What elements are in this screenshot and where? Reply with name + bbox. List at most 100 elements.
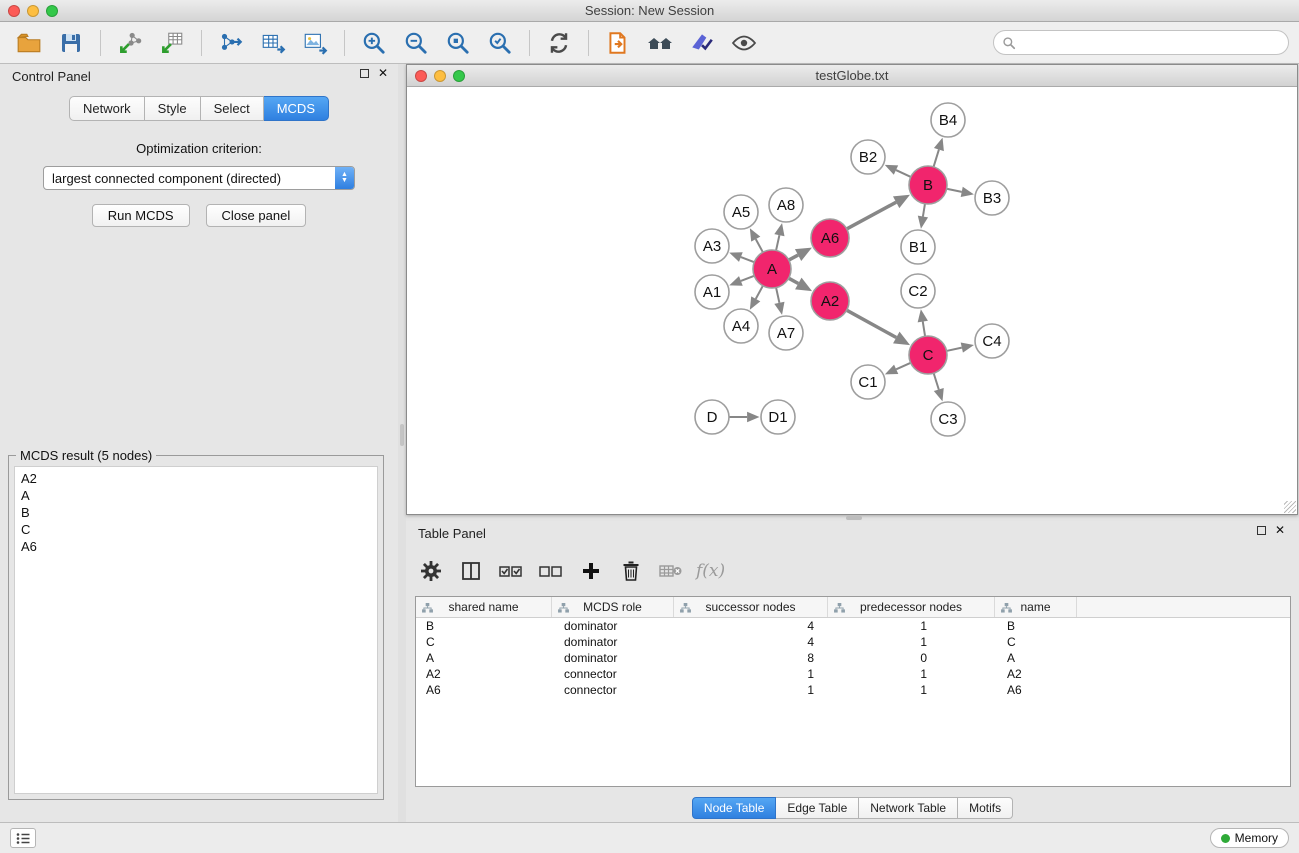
graph-edge-A-A8[interactable] xyxy=(776,235,779,250)
tab-select[interactable]: Select xyxy=(201,96,264,121)
graph-edge-arrowhead xyxy=(961,187,974,197)
graph-node-B3[interactable]: B3 xyxy=(975,181,1009,215)
tab-motifs[interactable]: Motifs xyxy=(958,797,1013,819)
graph-edge-B-B1[interactable] xyxy=(923,204,925,217)
graph-node-A7[interactable]: A7 xyxy=(769,316,803,350)
panel-splitter[interactable] xyxy=(398,64,406,822)
table-row[interactable]: Bdominator41B xyxy=(416,618,1290,634)
tab-network-table[interactable]: Network Table xyxy=(859,797,958,819)
graph-node-D[interactable]: D xyxy=(695,400,729,434)
column-header-predecessor-nodes[interactable]: predecessor nodes xyxy=(828,597,995,617)
import-table-button[interactable] xyxy=(157,28,187,58)
graph-node-A2[interactable]: A2 xyxy=(811,282,849,320)
column-header-MCDS-role[interactable]: MCDS role xyxy=(552,597,674,617)
open-recent-file-button[interactable] xyxy=(603,28,633,58)
task-history-button[interactable] xyxy=(10,828,36,848)
graph-node-C4[interactable]: C4 xyxy=(975,324,1009,358)
mcds-result-item[interactable]: A2 xyxy=(15,470,377,487)
graph-edge-A-A5[interactable] xyxy=(756,239,763,252)
export-network-button[interactable] xyxy=(216,28,246,58)
column-header-successor-nodes[interactable]: successor nodes xyxy=(674,597,828,617)
criterion-dropdown[interactable]: largest connected component (directed) ▲… xyxy=(43,166,355,190)
open-session-button[interactable] xyxy=(14,28,44,58)
graph-edge-A2-C[interactable] xyxy=(847,310,897,337)
create-column-button[interactable] xyxy=(576,556,606,586)
show-hide-graphics-button[interactable] xyxy=(729,28,759,58)
float-table-panel-icon[interactable] xyxy=(1257,526,1266,535)
graph-node-B4[interactable]: B4 xyxy=(931,103,965,137)
import-network-button[interactable] xyxy=(115,28,145,58)
graph-node-A5[interactable]: A5 xyxy=(724,195,758,229)
delete-table-button[interactable] xyxy=(656,556,686,586)
graph-edge-A-A7[interactable] xyxy=(776,288,779,303)
graph-node-C1[interactable]: C1 xyxy=(851,365,885,399)
mcds-result-item[interactable]: C xyxy=(15,521,377,538)
tab-node-table[interactable]: Node Table xyxy=(692,797,777,819)
graph-edge-C-C2[interactable] xyxy=(923,322,925,337)
graph-edge-A-A3[interactable] xyxy=(741,257,754,262)
mcds-result-item[interactable]: A xyxy=(15,487,377,504)
graph-edge-B-B3[interactable] xyxy=(947,189,962,192)
deselect-all-rows-button[interactable] xyxy=(536,556,566,586)
export-image-button[interactable] xyxy=(300,28,330,58)
graph-node-B2[interactable]: B2 xyxy=(851,140,885,174)
column-header-shared-name[interactable]: shared name xyxy=(416,597,552,617)
tab-network[interactable]: Network xyxy=(69,96,145,121)
save-session-button[interactable] xyxy=(56,28,86,58)
graph-node-D1[interactable]: D1 xyxy=(761,400,795,434)
tab-style[interactable]: Style xyxy=(145,96,201,121)
graph-edge-C-C3[interactable] xyxy=(934,373,939,389)
graph-edge-A6-B[interactable] xyxy=(847,202,896,229)
show-columns-button[interactable] xyxy=(456,556,486,586)
run-mcds-button[interactable]: Run MCDS xyxy=(92,204,190,227)
graph-edge-A-A1[interactable] xyxy=(741,276,754,281)
graph-node-A3[interactable]: A3 xyxy=(695,229,729,263)
graph-edge-A-A6[interactable] xyxy=(789,255,798,260)
graph-node-B[interactable]: B xyxy=(909,166,947,204)
tab-edge-table[interactable]: Edge Table xyxy=(776,797,859,819)
table-row[interactable]: Cdominator41C xyxy=(416,634,1290,650)
select-all-rows-button[interactable] xyxy=(496,556,526,586)
refresh-view-button[interactable] xyxy=(544,28,574,58)
graph-edge-A-A2[interactable] xyxy=(789,278,799,283)
table-settings-button[interactable] xyxy=(416,556,446,586)
mcds-result-item[interactable]: B xyxy=(15,504,377,521)
graph-edge-A-A4[interactable] xyxy=(756,286,763,299)
graph-node-C2[interactable]: C2 xyxy=(901,274,935,308)
table-row[interactable]: A6connector11A6 xyxy=(416,682,1290,698)
float-panel-icon[interactable] xyxy=(360,69,369,78)
close-panel-icon[interactable]: ✕ xyxy=(378,69,388,78)
zoom-out-button[interactable] xyxy=(401,28,431,58)
graph-node-C[interactable]: C xyxy=(909,336,947,374)
search-input[interactable] xyxy=(1021,35,1280,51)
mcds-result-item[interactable]: A6 xyxy=(15,538,377,555)
memory-button[interactable]: Memory xyxy=(1210,828,1289,848)
graph-edge-B-B4[interactable] xyxy=(934,150,939,167)
graph-node-A4[interactable]: A4 xyxy=(724,309,758,343)
home-button[interactable] xyxy=(645,28,675,58)
validate-button[interactable] xyxy=(687,28,717,58)
delete-column-button[interactable] xyxy=(616,556,646,586)
export-table-button[interactable] xyxy=(258,28,288,58)
column-header-name[interactable]: name xyxy=(995,597,1077,617)
zoom-in-button[interactable] xyxy=(359,28,389,58)
graph-node-A[interactable]: A xyxy=(753,250,791,288)
graph-node-C3[interactable]: C3 xyxy=(931,402,965,436)
close-panel-button[interactable]: Close panel xyxy=(206,204,307,227)
close-table-panel-icon[interactable]: ✕ xyxy=(1275,526,1285,535)
zoom-selected-button[interactable] xyxy=(485,28,515,58)
graph-edge-B-B2[interactable] xyxy=(896,170,911,177)
tab-mcds[interactable]: MCDS xyxy=(264,96,329,121)
graph-edge-C-C4[interactable] xyxy=(947,348,962,351)
function-builder-button[interactable]: f(x) xyxy=(696,561,725,581)
table-row[interactable]: A2connector11A2 xyxy=(416,666,1290,682)
graph-node-A6[interactable]: A6 xyxy=(811,219,849,257)
graph-node-B1[interactable]: B1 xyxy=(901,230,935,264)
graph-edge-C-C1[interactable] xyxy=(896,363,910,370)
graph-node-A8[interactable]: A8 xyxy=(769,188,803,222)
graph-node-A1[interactable]: A1 xyxy=(695,275,729,309)
window-resize-grip[interactable] xyxy=(1284,501,1296,513)
zoom-fit-button[interactable] xyxy=(443,28,473,58)
network-canvas[interactable]: B4 B2 B B3 A8 A5 A6 A3 B1 A C2 A1 A2 A4 A7 C4 C C1 C3 D D1 xyxy=(407,87,1297,514)
table-row[interactable]: Adominator80A xyxy=(416,650,1290,666)
